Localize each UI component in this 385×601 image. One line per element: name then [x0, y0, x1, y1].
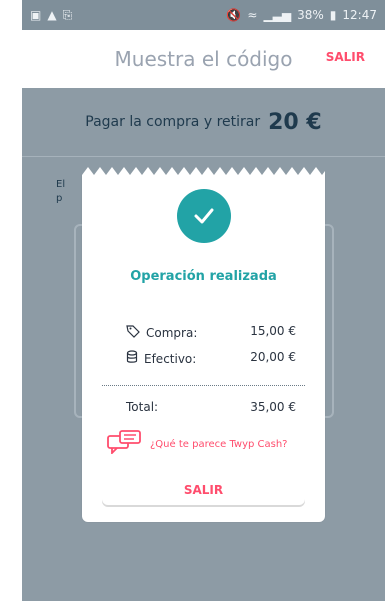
- purchase-value: 15,00 €: [250, 324, 296, 338]
- cash-label: Efectivo:: [144, 351, 197, 366]
- cash-value: 20,00 €: [250, 350, 296, 364]
- page-title: Muestra el código: [114, 47, 293, 71]
- receipt-edge: [82, 167, 325, 175]
- cash-row: Efectivo: 20,00 €: [126, 350, 296, 367]
- summary-amount: 20 €: [268, 109, 322, 135]
- summary-label: Pagar la compra y retirar: [85, 114, 261, 130]
- purchase-label-group: Compra:: [126, 324, 197, 341]
- top-bar: Muestra el código SALIR: [22, 30, 385, 88]
- image-icon: ▣: [30, 8, 42, 22]
- cash-label-group: Efectivo:: [126, 350, 196, 367]
- backdrop-line-1: El: [56, 179, 66, 190]
- cast-icon: ⎘: [62, 7, 73, 22]
- status-left: ▣ ▲ ⎘: [30, 8, 72, 23]
- status-bar: ▣ ▲ ⎘ 🔇 ≈ ▁▃▅ 38% ▮ 12:47: [22, 0, 385, 30]
- battery-icon: ▮: [329, 8, 337, 22]
- total-value: 35,00 €: [250, 400, 296, 414]
- backdrop-line-2: p: [56, 193, 63, 204]
- feedback-text[interactable]: ¿Qué te parece Twyp Cash?: [150, 439, 288, 450]
- summary-divider: [22, 156, 385, 157]
- backdrop-text: El p: [56, 178, 65, 206]
- mute-icon: 🔇: [226, 8, 242, 22]
- total-label: Total:: [126, 400, 159, 414]
- warning-icon: ▲: [47, 8, 57, 22]
- summary: Pagar la compra y retirar 20 €: [22, 88, 385, 156]
- coins-icon: [126, 350, 138, 367]
- clock: 12:47: [342, 8, 377, 22]
- feedback-link[interactable]: ¿Qué te parece Twyp Cash?: [106, 430, 288, 458]
- signal-icon: ▁▃▅: [263, 8, 292, 22]
- totals-divider: [102, 385, 305, 386]
- operation-title: Operación realizada: [130, 269, 277, 284]
- purchase-label: Compra:: [146, 325, 198, 340]
- status-right: 🔇 ≈ ▁▃▅ 38% ▮ 12:47: [226, 8, 377, 22]
- wifi-icon: ≈: [247, 8, 258, 22]
- modal-exit-button[interactable]: SALIR: [102, 475, 305, 505]
- battery-percent: 38%: [297, 8, 324, 22]
- tag-icon: [126, 324, 140, 341]
- chat-icon: [106, 430, 142, 458]
- total-row: Total: 35,00 €: [126, 400, 296, 414]
- exit-link[interactable]: SALIR: [326, 50, 365, 64]
- operation-modal: Operación realizada Compra: 15,00 € Efec…: [82, 167, 325, 522]
- purchase-row: Compra: 15,00 €: [126, 324, 296, 341]
- check-icon: [177, 189, 231, 243]
